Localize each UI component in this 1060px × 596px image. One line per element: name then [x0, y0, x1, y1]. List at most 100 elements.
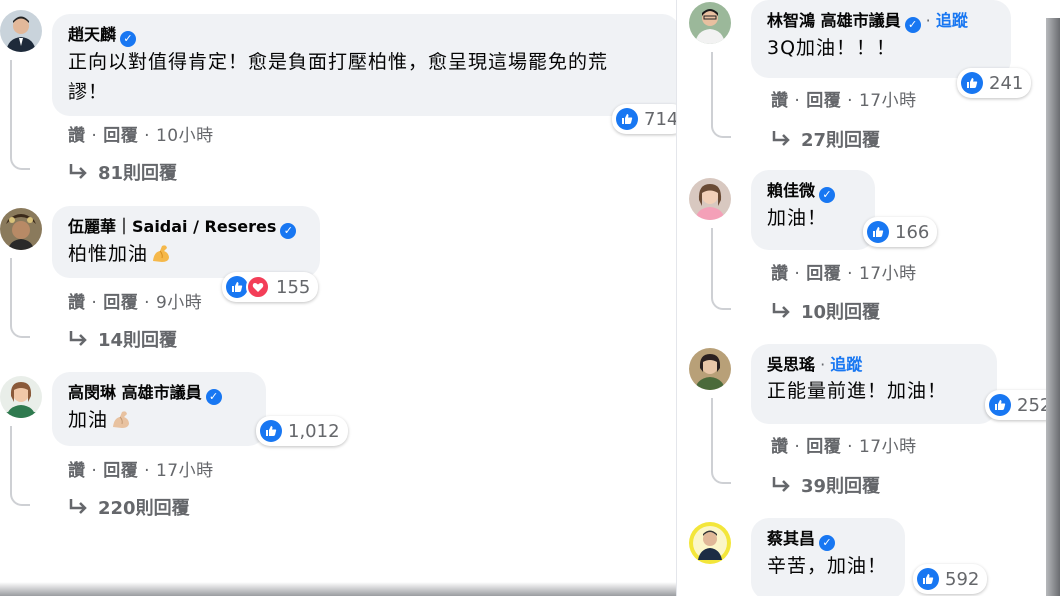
- verified-badge-icon: ✓: [280, 223, 297, 239]
- comment-timestamp[interactable]: 17小時: [859, 91, 917, 111]
- like-icon: [989, 394, 1011, 416]
- reply-arrow-icon: [69, 164, 87, 179]
- like-icon: [226, 276, 248, 298]
- commenter-name[interactable]: 趙天麟 ✓: [68, 24, 666, 47]
- comment-bubble: 賴佳微 ✓ 加油！: [751, 170, 875, 250]
- reaction-count: 714: [644, 108, 676, 130]
- verified-badge-icon: ✓: [904, 17, 921, 33]
- reply-action[interactable]: 回覆: [806, 91, 841, 111]
- reaction-summary[interactable]: 155: [222, 272, 319, 302]
- comment-bubble: 趙天麟 ✓ 正向以對值得肯定！愈是負面打壓柏惟，愈呈現這場罷免的荒 謬！: [52, 14, 676, 116]
- comment-actions: 讚 · 回覆 · 17小時: [771, 437, 917, 457]
- like-icon: [961, 72, 983, 94]
- like-action[interactable]: 讚: [68, 461, 86, 481]
- avatar[interactable]: [689, 522, 731, 564]
- bottom-shadow: [0, 582, 676, 596]
- reply-action[interactable]: 回覆: [806, 437, 841, 457]
- like-action[interactable]: 讚: [68, 293, 86, 313]
- verified-badge-icon: ✓: [819, 535, 836, 551]
- reaction-summary[interactable]: 166: [863, 217, 938, 247]
- reply-arrow-icon: [772, 131, 790, 146]
- window-edge: [1046, 18, 1060, 596]
- comment-bubble: 伍麗華｜Saidai / Reseres ✓ 柏惟加油: [52, 206, 320, 278]
- commenter-name[interactable]: 吳思瑤 · 追蹤: [767, 354, 983, 376]
- reaction-count: 592: [945, 568, 980, 590]
- comment-actions: 讚 · 回覆 · 10小時: [68, 126, 214, 146]
- reply-action[interactable]: 回覆: [103, 293, 138, 313]
- like-icon: [260, 420, 282, 442]
- reply-action[interactable]: 回覆: [806, 264, 841, 284]
- view-replies-link[interactable]: 14則回覆: [68, 326, 177, 352]
- reaction-summary[interactable]: 592: [913, 564, 988, 594]
- reaction-count: 241: [989, 72, 1024, 94]
- comment-timestamp[interactable]: 17小時: [859, 437, 917, 457]
- comment-actions: 讚 · 回覆 · 9小時: [68, 293, 203, 313]
- like-icon: [616, 108, 638, 130]
- view-replies-link[interactable]: 10則回覆: [771, 298, 880, 324]
- comment-text: 辛苦，加油！: [767, 555, 888, 577]
- comment-timestamp[interactable]: 17小時: [156, 461, 214, 481]
- reply-action[interactable]: 回覆: [103, 461, 138, 481]
- like-action[interactable]: 讚: [771, 264, 789, 284]
- thread-connector: [711, 228, 731, 310]
- comment-actions: 讚 · 回覆 · 17小時: [771, 264, 917, 284]
- commenter-name[interactable]: 蔡其昌 ✓: [767, 528, 891, 551]
- follow-button[interactable]: 追蹤: [830, 355, 862, 374]
- thread-connector: [711, 52, 731, 138]
- reply-arrow-icon: [69, 331, 87, 346]
- like-icon: [917, 568, 939, 590]
- reaction-summary[interactable]: 1,012: [256, 416, 348, 446]
- comment-text: 加油: [68, 405, 252, 435]
- verified-badge-icon: ✓: [205, 389, 222, 405]
- comment-timestamp[interactable]: 10小時: [156, 126, 214, 146]
- reply-arrow-icon: [772, 477, 790, 492]
- view-replies-link[interactable]: 220則回覆: [68, 494, 190, 520]
- commenter-name[interactable]: 林智鴻 高雄市議員 ✓ · 追蹤: [767, 10, 997, 33]
- avatar[interactable]: [0, 376, 42, 418]
- reaction-count: 1,012: [288, 420, 340, 442]
- view-replies-link[interactable]: 27則回覆: [771, 126, 880, 152]
- reply-arrow-icon: [772, 303, 790, 318]
- avatar[interactable]: [689, 348, 731, 390]
- reply-action[interactable]: 回覆: [103, 126, 138, 146]
- comment-timestamp[interactable]: 9小時: [156, 293, 202, 313]
- avatar[interactable]: [0, 208, 42, 250]
- thread-connector: [10, 60, 30, 170]
- comment-bubble: 蔡其昌 ✓ 辛苦，加油！: [751, 518, 905, 596]
- commenter-name[interactable]: 伍麗華｜Saidai / Reseres ✓: [68, 216, 306, 239]
- avatar[interactable]: [689, 2, 731, 44]
- comment-text: 柏惟加油: [68, 239, 306, 269]
- comment-timestamp[interactable]: 17小時: [859, 264, 917, 284]
- follow-button[interactable]: 追蹤: [936, 11, 968, 30]
- flexed-biceps-icon: [153, 245, 170, 262]
- flexed-biceps-icon: [113, 411, 130, 428]
- commenter-name[interactable]: 賴佳微 ✓: [767, 180, 861, 203]
- like-icon: [867, 221, 889, 243]
- love-icon: [246, 275, 270, 299]
- verified-badge-icon: ✓: [120, 31, 137, 47]
- commenter-name[interactable]: 高閔琳 高雄市議員 ✓: [68, 382, 252, 405]
- reaction-summary[interactable]: 241: [957, 68, 1032, 98]
- comment-bubble: 吳思瑤 · 追蹤 正能量前進！加油！: [751, 344, 997, 424]
- thread-connector: [10, 426, 30, 506]
- comment-actions: 讚 · 回覆 · 17小時: [771, 91, 917, 111]
- reaction-count: 166: [895, 221, 930, 243]
- verified-badge-icon: ✓: [819, 187, 836, 203]
- like-action[interactable]: 讚: [771, 437, 789, 457]
- comment-text: 加油！: [767, 207, 828, 229]
- avatar[interactable]: [689, 178, 731, 220]
- thread-connector: [711, 398, 731, 484]
- reaction-summary[interactable]: 714: [612, 104, 676, 134]
- reaction-count: 155: [276, 276, 311, 298]
- comment-text: 3Q加油！！！: [767, 37, 897, 59]
- like-action[interactable]: 讚: [771, 91, 789, 111]
- avatar[interactable]: [0, 10, 42, 52]
- like-action[interactable]: 讚: [68, 126, 86, 146]
- thread-connector: [10, 258, 30, 338]
- view-replies-link[interactable]: 81則回覆: [68, 159, 177, 185]
- view-replies-link[interactable]: 39則回覆: [771, 472, 880, 498]
- comment-text: 正能量前進！加油！: [767, 380, 948, 402]
- comment-actions: 讚 · 回覆 · 17小時: [68, 461, 214, 481]
- comment-bubble: 林智鴻 高雄市議員 ✓ · 追蹤 3Q加油！！！: [751, 0, 1011, 78]
- reply-arrow-icon: [69, 499, 87, 514]
